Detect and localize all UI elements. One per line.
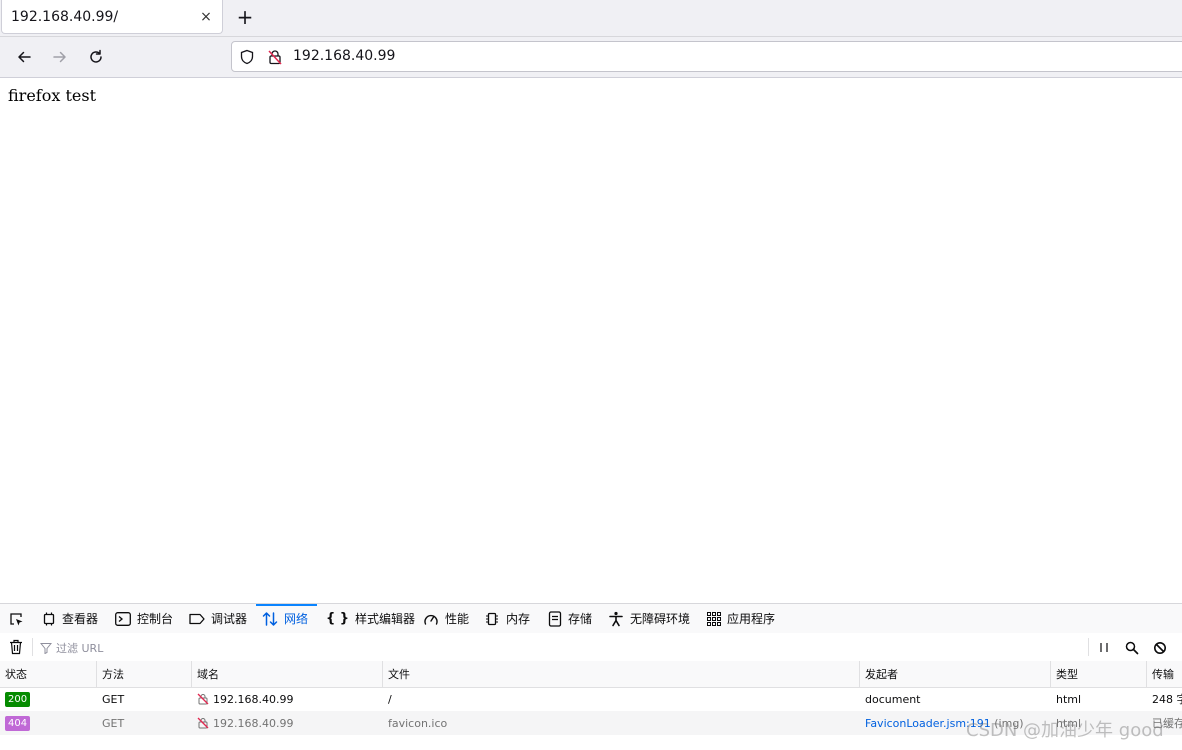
- filter-url-input[interactable]: 过滤 URL: [40, 640, 103, 656]
- tab-memory-label: 内存: [506, 612, 531, 626]
- tab-application-label: 应用程序: [727, 612, 776, 626]
- request-initiator: document: [865, 692, 921, 706]
- forward-button[interactable]: [48, 45, 72, 69]
- tab-accessibility[interactable]: 无障碍环境: [608, 604, 690, 633]
- back-arrow-icon: [18, 51, 31, 63]
- status-badge: 200: [5, 691, 31, 707]
- storage-icon: [548, 610, 562, 627]
- tab-inspector[interactable]: 查看器: [42, 604, 98, 633]
- tab-storage-label: 存储: [568, 612, 593, 626]
- request-file: /: [388, 692, 392, 706]
- tab-performance[interactable]: 性能: [423, 604, 469, 633]
- search-icon: [1125, 641, 1139, 655]
- close-tab-icon[interactable]: ×: [198, 9, 214, 25]
- debugger-icon: [189, 613, 205, 624]
- network-table-header: 状态 方法 域名 文件 发起者 类型 传输: [0, 661, 1182, 688]
- search-button[interactable]: [1125, 640, 1139, 659]
- column-type[interactable]: 类型: [1051, 661, 1147, 687]
- column-domain[interactable]: 域名: [192, 661, 383, 687]
- clear-requests-button[interactable]: [9, 639, 23, 659]
- tab-network[interactable]: 网络: [256, 604, 317, 631]
- filter-url-placeholder: 过滤 URL: [56, 642, 104, 655]
- tab-storage[interactable]: 存储: [548, 604, 592, 633]
- request-transferred: 248 字: [1152, 693, 1182, 706]
- tab-performance-label: 性能: [445, 612, 470, 626]
- tab-console-label: 控制台: [137, 612, 174, 626]
- performance-icon: [424, 614, 438, 625]
- tab-memory[interactable]: 内存: [484, 604, 530, 633]
- devtools-tab-bar: 查看器 控制台 调试器 网络 { } 样式编辑器 性能 内存 存储 无障碍环境 …: [0, 604, 1182, 634]
- style-editor-icon: { }: [326, 611, 350, 626]
- pause-icon: [1100, 643, 1108, 652]
- tab-style-editor[interactable]: { } 样式编辑器: [326, 604, 415, 633]
- url-bar[interactable]: 192.168.40.99: [231, 41, 1182, 72]
- request-file: favicon.ico: [388, 716, 448, 730]
- insecure-lock-icon[interactable]: [267, 49, 283, 65]
- reload-icon: [90, 49, 102, 63]
- tab-accessibility-label: 无障碍环境: [630, 612, 691, 626]
- column-status[interactable]: 状态: [0, 661, 97, 687]
- tracking-protection-shield-icon[interactable]: [239, 49, 255, 65]
- column-file[interactable]: 文件: [383, 661, 860, 687]
- tab-application[interactable]: 应用程序: [707, 604, 775, 633]
- element-picker-button[interactable]: [8, 604, 24, 633]
- column-transferred[interactable]: 传输: [1147, 661, 1182, 687]
- request-domain: 192.168.40.99: [213, 692, 294, 706]
- tab-inspector-label: 查看器: [62, 612, 99, 626]
- status-badge: 404: [5, 715, 31, 731]
- tab-console[interactable]: 控制台: [115, 604, 173, 633]
- forward-arrow-icon: [53, 51, 66, 63]
- tab-title: 192.168.40.99/: [11, 8, 119, 25]
- insecure-lock-icon: [197, 717, 209, 729]
- insecure-lock-icon: [197, 693, 209, 705]
- filter-icon: [40, 643, 52, 654]
- console-icon: [115, 611, 131, 626]
- tab-style-editor-label: 样式编辑器: [355, 612, 416, 626]
- application-icon: [707, 611, 721, 626]
- memory-icon: [486, 612, 498, 625]
- network-toolbar: 过滤 URL: [0, 633, 1182, 662]
- inspector-icon: [43, 612, 55, 625]
- block-requests-button[interactable]: [1153, 640, 1167, 659]
- column-method[interactable]: 方法: [97, 661, 192, 687]
- pause-recording-button[interactable]: [1097, 640, 1111, 659]
- page-content: firefox test: [0, 78, 1182, 603]
- request-type: html: [1056, 692, 1082, 706]
- navigation-bar: 192.168.40.99: [0, 37, 1182, 78]
- reload-button[interactable]: [84, 45, 108, 69]
- url-text: 192.168.40.99: [293, 48, 396, 64]
- back-button[interactable]: [12, 45, 36, 69]
- column-initiator[interactable]: 发起者: [860, 661, 1051, 687]
- table-row[interactable]: 200 GET 192.168.40.99 / document html 24…: [0, 687, 1182, 711]
- request-method: GET: [102, 716, 125, 730]
- toolbar-separator: [32, 638, 33, 656]
- block-icon: [1154, 642, 1166, 654]
- watermark: CSDN @加油少年 good: [966, 720, 1164, 741]
- tab-bar: 192.168.40.99/ × +: [0, 0, 1182, 37]
- element-picker-icon: [10, 612, 23, 625]
- accessibility-icon: [609, 611, 623, 626]
- tab-debugger-label: 调试器: [211, 612, 248, 626]
- tab-debugger[interactable]: 调试器: [189, 604, 247, 633]
- trash-icon: [10, 639, 22, 655]
- toolbar-separator: [1088, 638, 1089, 656]
- request-method: GET: [102, 692, 125, 706]
- new-tab-button[interactable]: +: [232, 4, 258, 30]
- browser-tab[interactable]: 192.168.40.99/ ×: [1, 0, 223, 34]
- tab-network-label: 网络: [284, 612, 309, 626]
- page-body-text: firefox test: [8, 86, 96, 105]
- request-domain: 192.168.40.99: [213, 716, 294, 730]
- network-icon: [262, 611, 278, 626]
